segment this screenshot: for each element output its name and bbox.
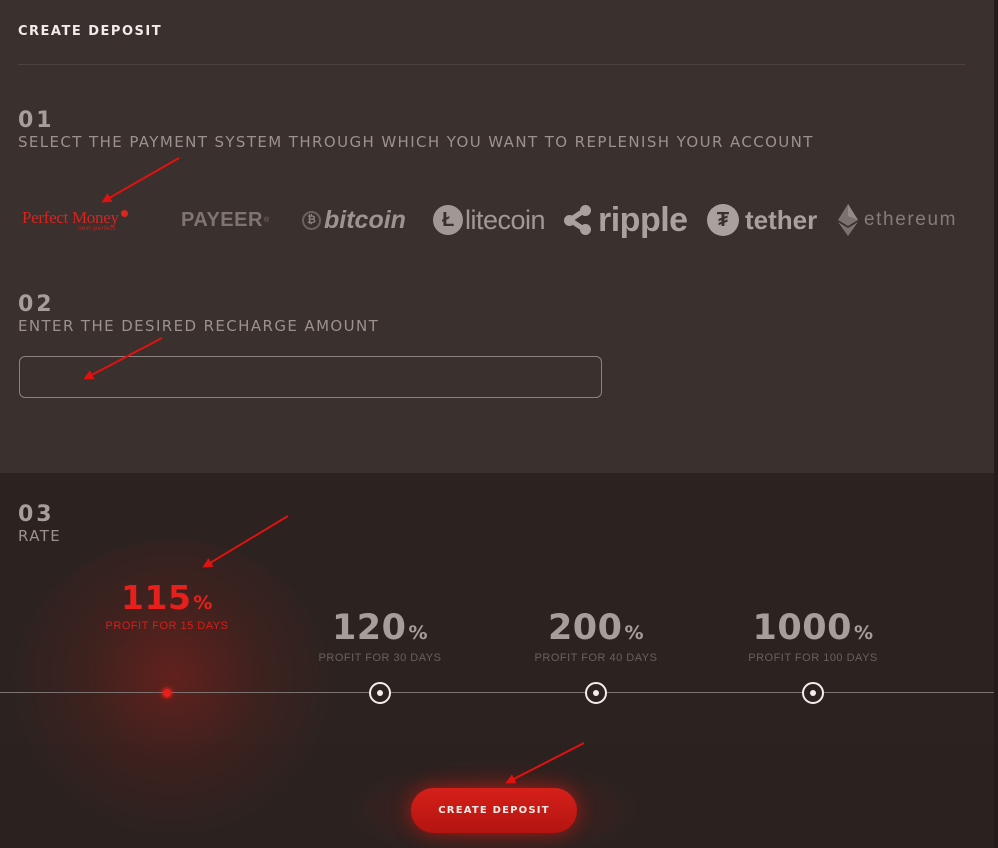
create-deposit-button[interactable]: CREATE DEPOSIT [411, 788, 577, 833]
tether-label: tether [745, 204, 818, 235]
payment-system-list: Perfect Money next-perfect PAYEER ® ₿ bit… [0, 190, 994, 250]
registered-mark-icon: ® [263, 216, 270, 224]
payment-option-payeer[interactable]: PAYEER ® [181, 190, 270, 250]
page-title: CREATE DEPOSIT [18, 24, 163, 39]
perfect-money-dot-icon [120, 210, 128, 217]
plan-description: PROFIT FOR 30 DAYS [318, 652, 442, 664]
rate-plan-115[interactable]: 115% PROFIT FOR 15 DAYS [100, 581, 234, 632]
scrollbar-gutter [994, 0, 998, 848]
plan-percent: 115% [121, 578, 213, 617]
plan-description: PROFIT FOR 15 DAYS [105, 620, 229, 632]
step-2-number: 02 [18, 292, 55, 317]
rate-plan-1000[interactable]: 1000% PROFIT FOR 100 DAYS [740, 608, 886, 665]
litecoin-label: litecoin [465, 204, 546, 235]
step-3-label: RATE [18, 527, 62, 545]
bitcoin-icon: ₿ [302, 210, 321, 230]
title-divider [18, 64, 965, 65]
payment-option-bitcoin[interactable]: ₿ bitcoin [302, 190, 406, 250]
payment-option-litecoin[interactable]: Ł litecoin [433, 190, 546, 250]
bitcoin-label: bitcoin [324, 205, 406, 234]
payment-option-ripple[interactable]: ripple [564, 190, 688, 250]
step-1-label: SELECT THE PAYMENT SYSTEM THROUGH WHICH … [18, 133, 814, 151]
plan-description: PROFIT FOR 40 DAYS [534, 652, 658, 664]
rate-plan-120[interactable]: 120% PROFIT FOR 30 DAYS [310, 608, 450, 665]
ethereum-icon [838, 204, 858, 236]
rate-plan-200[interactable]: 200% PROFIT FOR 40 DAYS [526, 608, 666, 665]
step-2-label: ENTER THE DESIRED RECHARGE AMOUNT [18, 317, 380, 335]
plan-description: PROFIT FOR 100 DAYS [748, 652, 878, 664]
payment-option-ethereum[interactable]: ethereum [838, 190, 957, 250]
ethereum-label: ethereum [864, 209, 958, 230]
litecoin-icon: Ł [433, 205, 463, 235]
perfect-money-logo: Perfect Money [22, 208, 128, 228]
rate-slider-knob-active[interactable] [163, 689, 171, 697]
tether-icon: ₮ [707, 204, 739, 236]
payment-option-perfect-money[interactable]: Perfect Money next-perfect [22, 190, 152, 250]
ripple-icon [564, 205, 594, 235]
step-3-number: 03 [18, 502, 55, 527]
rate-slider-track[interactable] [0, 692, 994, 693]
plan-percent: 200% [547, 608, 645, 648]
payment-option-tether[interactable]: ₮ tether [707, 190, 817, 250]
plan-percent: 120% [331, 608, 429, 648]
perfect-money-tagline: next-perfect [78, 226, 116, 232]
step-1-number: 01 [18, 108, 55, 133]
plan-percent: 1000% [752, 608, 874, 648]
rate-slider-knob-200[interactable] [585, 682, 607, 704]
rate-slider-knob-1000[interactable] [802, 682, 824, 704]
ripple-label: ripple [598, 200, 688, 239]
perfect-money-label: Perfect Money [22, 208, 119, 227]
amount-input[interactable] [19, 356, 602, 398]
payeer-label: PAYEER [181, 208, 263, 231]
rate-slider-knob-120[interactable] [369, 682, 391, 704]
